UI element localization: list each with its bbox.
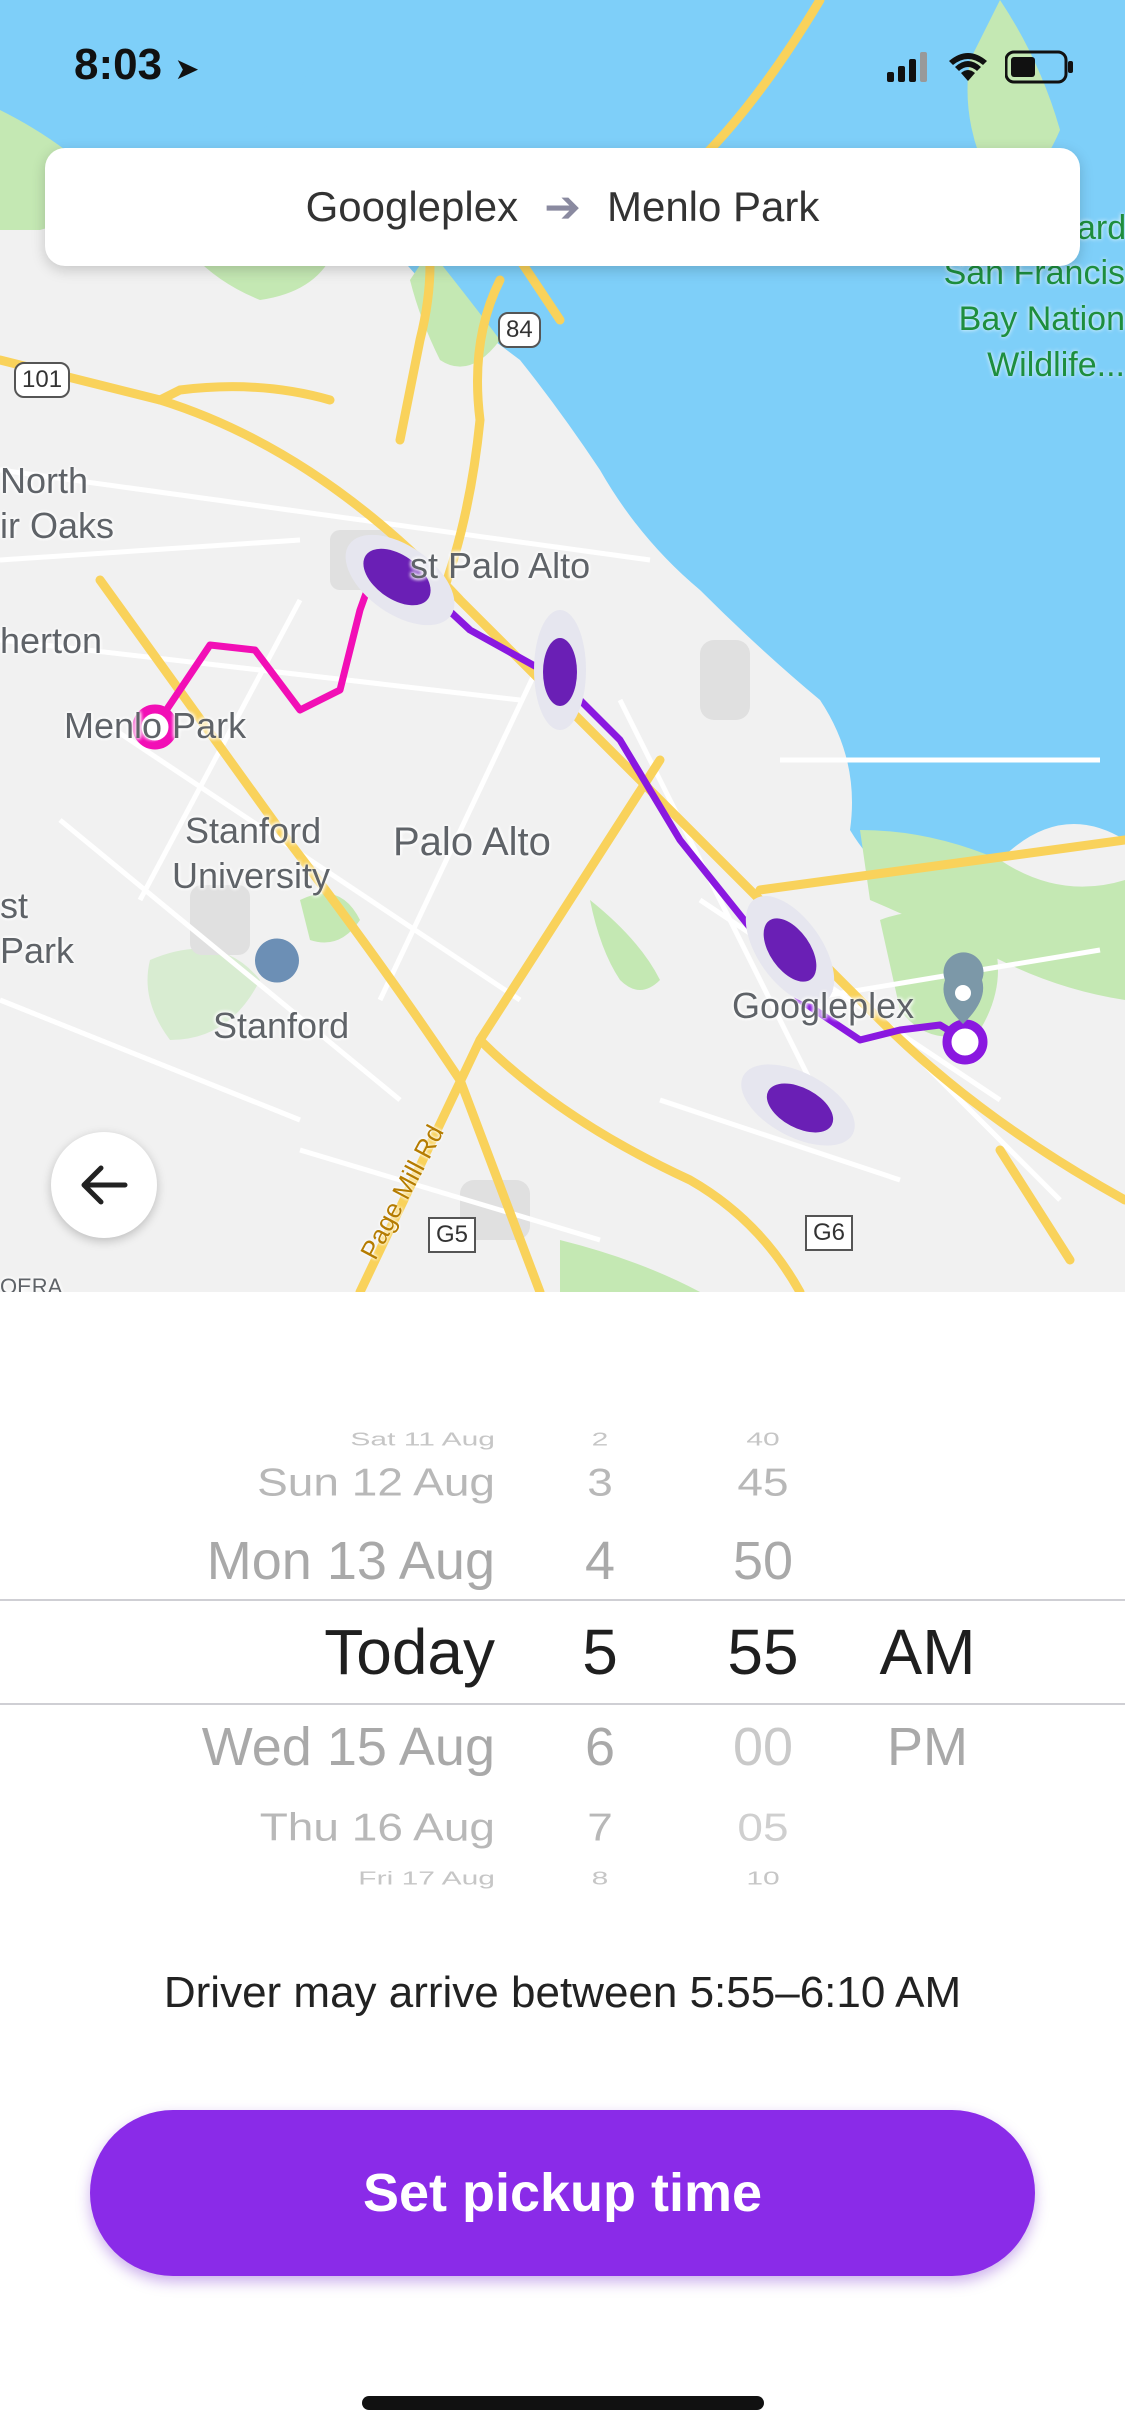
destination-label[interactable]: Menlo Park — [607, 183, 819, 231]
date-time-picker[interactable]: Sat 11 Aug 2 40 Sun 12 Aug 3 45 Mon 13 A… — [0, 1292, 1125, 1912]
picker-ampm-selected[interactable]: AM — [870, 1612, 985, 1692]
arrow-right-icon: ➔ — [544, 182, 581, 232]
picker-row[interactable]: Fri 17 Aug 8 10 — [0, 1855, 1125, 1903]
picker-hour[interactable]: 6 — [565, 1707, 635, 1787]
origin-label[interactable]: Googleplex — [306, 183, 518, 231]
picker-hour[interactable]: 8 — [565, 1855, 635, 1903]
set-pickup-time-button[interactable]: Set pickup time — [90, 2110, 1035, 2276]
map-label-fair-oaks: ir Oaks — [0, 505, 115, 546]
picker-row[interactable]: Mon 13 Aug 4 50 — [0, 1521, 1125, 1601]
picker-row[interactable]: Thu 16 Aug 7 05 — [0, 1793, 1125, 1861]
picker-hour[interactable]: 7 — [565, 1793, 635, 1861]
picker-minute[interactable]: 45 — [718, 1448, 808, 1516]
battery-icon — [1005, 50, 1073, 84]
picker-day-selected[interactable]: Today — [324, 1612, 495, 1692]
picker-hour[interactable]: 4 — [565, 1521, 635, 1601]
g5-shield: G5 — [428, 1217, 477, 1253]
time-text: 8:03 — [74, 40, 163, 89]
picker-minute-selected[interactable]: 55 — [718, 1612, 808, 1692]
wifi-icon — [949, 53, 987, 81]
picker-day[interactable]: Wed 15 Aug — [202, 1707, 495, 1787]
map-label-palo-alto: Palo Alto — [393, 820, 551, 864]
home-indicator[interactable] — [362, 2396, 764, 2410]
g6-shield: G6 — [805, 1215, 854, 1251]
hwy84-shield: 84 — [498, 312, 541, 348]
picker-day[interactable]: Fri 17 Aug — [358, 1855, 495, 1903]
status-bar-time: 8:03 ➤ — [74, 40, 199, 90]
map-label-atherton: herton — [0, 620, 103, 661]
back-button[interactable] — [51, 1132, 157, 1238]
map-label-refuge-2: Bay Nation — [958, 300, 1125, 338]
route-card[interactable]: Googleplex ➔ Menlo Park — [45, 148, 1080, 266]
picker-day[interactable]: Sun 12 Aug — [257, 1448, 495, 1516]
map-label-west-1: st — [0, 885, 29, 926]
us101-shield: 101 — [14, 362, 71, 398]
picker-day[interactable]: Mon 13 Aug — [207, 1521, 495, 1601]
map-label-east-palo-alto: st Palo Alto — [410, 545, 591, 586]
picker-row-selected[interactable]: Today 5 55 AM — [0, 1612, 1125, 1692]
picker-ampm[interactable]: PM — [870, 1707, 985, 1787]
picker-minute[interactable]: 50 — [718, 1521, 808, 1601]
map-label-west-park: Park — [0, 930, 75, 971]
map-label-stanford-university-2: University — [172, 855, 331, 896]
map-label-menlo-park: Menlo Park — [64, 705, 247, 746]
status-bar-icons — [887, 50, 1075, 84]
picker-minute[interactable]: 10 — [718, 1855, 808, 1903]
location-arrow-icon: ➤ — [174, 53, 200, 86]
arrival-window-text: Driver may arrive between 5:55–6:10 AM — [163, 1968, 962, 2017]
picker-minute[interactable]: 05 — [718, 1793, 808, 1861]
picker-row[interactable]: Wed 15 Aug 6 00 PM — [0, 1707, 1125, 1787]
map-label-googleplex: Googleplex — [732, 985, 915, 1026]
picker-row[interactable]: Sun 12 Aug 3 45 — [0, 1448, 1125, 1516]
picker-day[interactable]: Thu 16 Aug — [260, 1793, 495, 1861]
map-label-refuge-3: Wildlife... — [987, 346, 1125, 384]
signal-icon — [887, 52, 927, 82]
back-arrow-icon — [81, 1165, 128, 1205]
map-label-north: North — [0, 460, 89, 501]
picker-selection-bottom-line — [0, 1703, 1125, 1705]
picker-hour[interactable]: 3 — [565, 1448, 635, 1516]
map-label-stanford-university-1: Stanford — [185, 810, 322, 851]
map-label-bottom-left: OERA — [0, 1274, 63, 1292]
picker-hour-selected[interactable]: 5 — [565, 1612, 635, 1692]
picker-minute[interactable]: 00 — [718, 1707, 808, 1787]
map-label-stanford: Stanford — [213, 1005, 350, 1046]
